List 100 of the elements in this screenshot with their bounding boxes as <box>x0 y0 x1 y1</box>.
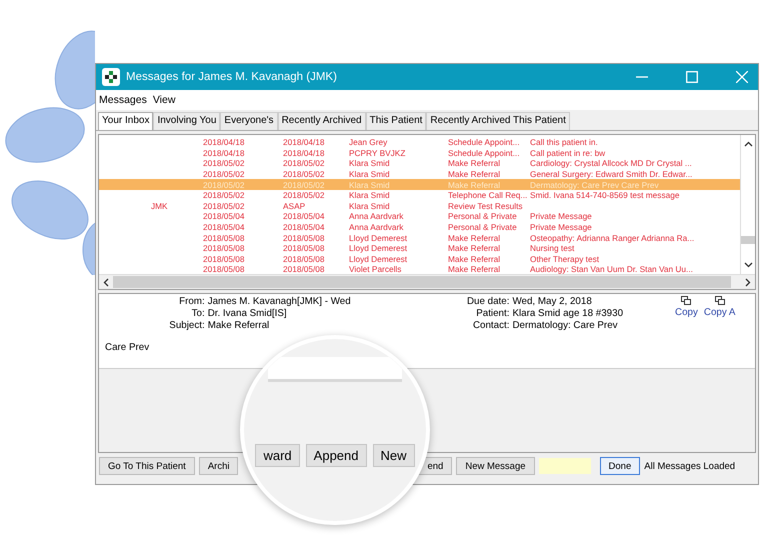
tab[interactable]: Recently Archived This Patient <box>426 112 570 130</box>
horizontal-scrollbar[interactable] <box>99 274 755 289</box>
table-row[interactable]: 2018/05/08 2018/05/08 Violet Parcells Make Referral Audiology: Stan Van Uum Dr. Stan Van Uu... <box>99 264 740 274</box>
table-row[interactable]: 2018/05/08 2018/05/08 Lloyd Demerest Make Referral Osteopathy: Adrianna Ranger Adrianna Ra... <box>99 232 740 243</box>
table-cell: 2018/05/08 <box>203 232 245 243</box>
table-cell: Klara Smid <box>349 169 390 180</box>
table-cell: Lloyd Demerest <box>349 254 408 264</box>
tab[interactable]: Recently Archived <box>278 112 366 130</box>
table-cell: General Surgery: Edward Smith Dr. Edwar... <box>530 169 692 180</box>
table-row[interactable]: 2018/05/08 2018/05/08 Lloyd Demerest Make Referral Nursing test <box>99 242 740 254</box>
vertical-scrollbar[interactable] <box>740 135 755 274</box>
table-cell: Klara Smid <box>349 190 390 200</box>
scrollbar-thumb[interactable] <box>113 276 731 288</box>
scroll-down-icon[interactable] <box>744 262 752 268</box>
table-cell: 2018/05/08 <box>283 243 325 254</box>
field-label: From: <box>179 296 205 308</box>
copy-link[interactable]: Copy <box>675 307 698 318</box>
app-logo-icon <box>102 68 120 86</box>
table-cell: 2018/04/18 <box>283 148 325 158</box>
action-button[interactable]: Append <box>306 444 366 467</box>
table-cell: Private Message <box>530 222 592 232</box>
table-cell: 2018/05/08 <box>203 264 245 274</box>
tab[interactable]: Involving You <box>153 112 220 130</box>
field-value: Klara Smid age 18 #3930 <box>512 308 624 320</box>
scroll-left-icon[interactable] <box>103 278 109 286</box>
table-cell: 2018/05/08 <box>283 254 325 264</box>
field-value: Dr. Ivana Smid[IS] <box>208 308 287 320</box>
action-button[interactable]: New Message <box>456 457 535 475</box>
done-button[interactable]: Done <box>600 457 640 475</box>
field-label: Subject: <box>169 320 205 332</box>
table-cell: Smid. Ivana 514-740-8569 test message <box>530 190 680 200</box>
action-button[interactable]: Archi <box>198 457 238 475</box>
table-row[interactable]: 2018/05/08 2018/05/08 Lloyd Demerest Make Referral Other Therapy test <box>99 254 740 264</box>
field-value: Make Referral <box>208 320 270 332</box>
table-cell: Violet Parcells <box>349 264 402 274</box>
table-row[interactable]: 2018/05/04 2018/05/04 Anna Aardvark Personal & Private Private Message <box>99 211 740 222</box>
scrollbar-thumb[interactable] <box>741 236 755 244</box>
table-cell: 2018/05/04 <box>283 211 325 222</box>
table-cell: Personal & Private <box>448 211 517 222</box>
table-cell: Telephone Call Req... <box>448 190 528 200</box>
table-cell: Osteopathy: Adrianna Ranger Adrianna Ra... <box>530 232 694 243</box>
tab[interactable]: This Patient <box>366 112 426 130</box>
tab[interactable]: Your Inbox <box>98 112 154 130</box>
table-cell: Personal & Private <box>448 222 517 232</box>
tab[interactable]: Everyone's <box>220 112 278 130</box>
table-cell: 2018/05/04 <box>203 222 245 232</box>
scroll-right-icon[interactable] <box>745 278 751 286</box>
table-cell: Call patient in re: bw <box>530 148 606 158</box>
field-label: To: <box>192 308 205 320</box>
copy-icon[interactable] <box>714 296 725 305</box>
table-cell: Call this patient in. <box>530 137 598 148</box>
field-label: Patient: <box>476 308 510 320</box>
field-value: James M. Kavanagh[JMK] - Wed <box>208 296 351 308</box>
table-cell: Make Referral <box>448 254 500 264</box>
table-row[interactable]: 2018/05/02 2018/05/02 Klara Smid Make Referral Cardiology: Crystal Allcock MD Dr Crystal ... <box>99 158 740 169</box>
table-cell: Dermatology: Care Prev Care Prev <box>530 180 659 190</box>
menu-item[interactable]: Messages <box>99 94 147 106</box>
message-body: Care Prev <box>105 342 150 355</box>
table-cell: 2018/05/02 <box>203 158 245 168</box>
action-button[interactable]: ward <box>255 444 300 467</box>
table-cell: 2018/05/04 <box>203 211 245 222</box>
table-cell: Make Referral <box>448 232 500 243</box>
table-row[interactable]: JMK 2018/05/02 ASAP Klara Smid Review Test Results <box>99 200 740 212</box>
table-cell: 2018/05/02 <box>283 190 325 200</box>
table-cell: 2018/04/18 <box>203 148 245 158</box>
action-button[interactable]: New <box>372 444 415 467</box>
input-field[interactable] <box>538 458 591 474</box>
table-cell: JMK <box>151 200 168 211</box>
table-row[interactable]: 2018/05/04 2018/05/04 Anna Aardvark Personal & Private Private Message <box>99 222 740 232</box>
table-cell: Klara Smid <box>349 158 390 168</box>
field-value: Wed, May 2, 2018 <box>512 296 592 308</box>
table-cell: PCPRY BVJKZ <box>349 148 406 158</box>
table-cell: Schedule Appoint... <box>448 148 520 158</box>
table-cell: Make Referral <box>448 180 500 190</box>
table-cell: ASAP <box>283 200 306 211</box>
table-cell: 2018/05/02 <box>203 200 245 211</box>
field-label: Due date: <box>466 296 510 308</box>
maximize-icon[interactable] <box>686 71 698 83</box>
close-icon[interactable] <box>736 71 748 83</box>
table-cell: 2018/05/02 <box>283 180 325 190</box>
menu-item[interactable]: View <box>152 94 176 106</box>
table-cell: 2018/05/08 <box>283 232 325 243</box>
table-row[interactable]: 2018/04/18 2018/04/18 PCPRY BVJKZ Schedule Appoint... Call patient in re: bw <box>99 148 740 158</box>
table-cell: Make Referral <box>448 158 500 168</box>
table-cell: Jean Grey <box>349 137 388 148</box>
copy-link[interactable]: Copy A <box>704 307 736 318</box>
copy-icon[interactable] <box>681 296 692 305</box>
scroll-up-icon[interactable] <box>744 141 752 147</box>
table-cell: Schedule Appoint... <box>448 137 520 148</box>
table-cell: 2018/05/08 <box>283 264 325 274</box>
table-cell: Private Message <box>530 211 592 222</box>
status-text: All Messages Loaded <box>644 460 736 472</box>
table-cell: Lloyd Demerest <box>349 243 408 254</box>
table-cell: 2018/05/02 <box>203 190 245 200</box>
table-row[interactable]: 2018/04/18 2018/04/18 Jean Grey Schedule Appoint... Call this patient in. <box>99 137 740 148</box>
table-row[interactable]: 2018/05/02 2018/05/02 Klara Smid Telephone Call Req... Smid. Ivana 514-740-8569 test message <box>99 190 740 201</box>
table-cell: 2018/05/08 <box>203 254 245 264</box>
table-cell: Audiology: Stan Van Uum Dr. Stan Van Uu... <box>530 264 693 274</box>
action-button[interactable]: Go To This Patient <box>99 457 195 475</box>
table-row[interactable]: 2018/05/02 2018/05/02 Klara Smid Make Referral General Surgery: Edward Smith Dr. Edwar... <box>99 168 740 180</box>
